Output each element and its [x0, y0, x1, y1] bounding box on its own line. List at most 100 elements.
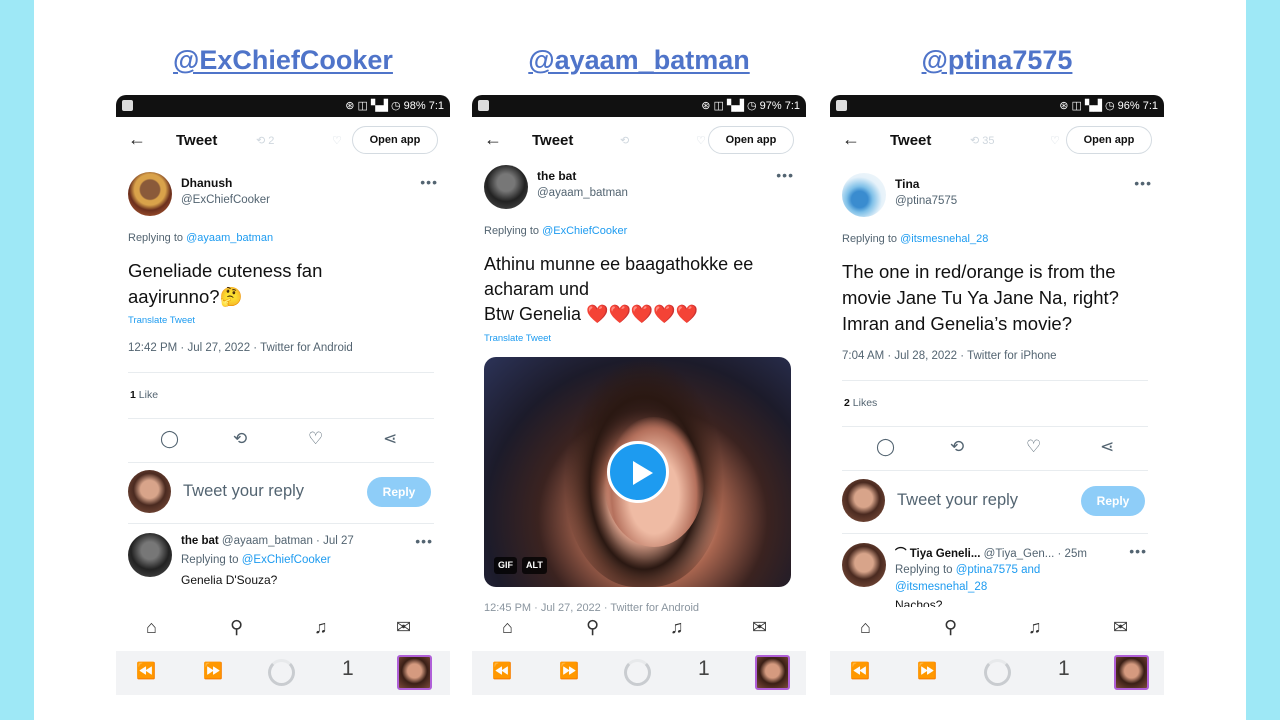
open-app-button[interactable]: Open app: [352, 126, 438, 154]
divider: [842, 380, 1148, 381]
tweet-actions: ◯ ⟲ ♡ ⋖: [830, 437, 1164, 461]
reply-button[interactable]: Reply: [367, 477, 431, 507]
status-bar: ⊛ ◫ ▚▟ ◷ 98% 7:1: [116, 95, 450, 117]
likes-count[interactable]: 1 Like: [130, 389, 158, 401]
gallery-icon: [836, 100, 847, 111]
avatar: [128, 470, 171, 513]
likes-number: 1: [130, 389, 136, 401]
gif-media[interactable]: GIF ALT: [484, 357, 791, 587]
replying-prefix: Replying to: [895, 564, 956, 576]
tweet-author[interactable]: Tina @ptina7575 •••: [842, 173, 1152, 219]
replying-to-link[interactable]: @ExChiefCooker: [542, 225, 627, 237]
back-arrow-icon[interactable]: ←: [484, 129, 502, 150]
notifications-icon[interactable]: ♫: [1028, 617, 1042, 638]
comment-replying-to-2: @itsmesnehal_28: [895, 581, 987, 593]
retweet-icon[interactable]: ⟲: [233, 429, 247, 449]
more-options-icon[interactable]: •••: [415, 533, 433, 549]
open-app-button[interactable]: Open app: [708, 126, 794, 154]
notifications-icon[interactable]: ♫: [314, 617, 328, 638]
column-handle-title: @ExChiefCooker: [173, 45, 393, 75]
rewind-icon[interactable]: ⏪: [850, 661, 870, 681]
reply-button[interactable]: Reply: [1081, 486, 1145, 516]
reply-composer: Tweet your reply Reply: [842, 479, 1147, 525]
home-icon[interactable]: ⌂: [146, 617, 157, 638]
tab-count[interactable]: 1: [342, 657, 354, 681]
likes-count[interactable]: 2 Likes: [844, 397, 877, 409]
notifications-icon[interactable]: ♫: [670, 617, 684, 638]
avatar: [842, 479, 885, 522]
browser-bar: ⏪ ⏩ 1: [116, 651, 450, 695]
rewind-icon[interactable]: ⏪: [136, 661, 156, 681]
avatar[interactable]: [128, 172, 172, 216]
gallery-icon: [122, 100, 133, 111]
comment-replying-to: Replying to @ExChiefCooker: [181, 554, 331, 566]
tweet-author[interactable]: Dhanush @ExChiefCooker •••: [128, 172, 438, 218]
forward-icon[interactable]: ⏩: [917, 661, 937, 681]
forward-icon[interactable]: ⏩: [559, 661, 579, 681]
tweet-text-line: Btw Genelia ❤️❤️❤️❤️❤️: [484, 304, 699, 324]
search-icon[interactable]: ⚲: [586, 617, 599, 638]
more-options-icon[interactable]: •••: [776, 167, 794, 183]
header-title: Tweet: [176, 132, 218, 149]
tab-count[interactable]: 1: [698, 657, 710, 681]
like-icon[interactable]: ♡: [1026, 437, 1041, 457]
back-arrow-icon[interactable]: ←: [842, 129, 860, 150]
column-ayaam-batman: @ayaam_batman ⊛ ◫ ▚▟ ◷ 97% 7:1 ← Tweet ⟲…: [472, 0, 806, 720]
heart-ghost-icon: ♡: [1050, 135, 1060, 147]
translate-tweet-link[interactable]: Translate Tweet: [484, 333, 551, 344]
heart-ghost-icon: ♡: [332, 135, 342, 147]
author-username: @ayaam_batman: [537, 187, 628, 199]
retweet-ghost-icon: ⟲ 35: [970, 135, 995, 147]
comment-author-name: ⌒ Tiya Geneli...: [895, 548, 981, 560]
reply-input[interactable]: Tweet your reply: [183, 482, 304, 501]
messages-icon[interactable]: ✉: [396, 617, 411, 638]
messages-icon[interactable]: ✉: [752, 617, 767, 638]
avatar[interactable]: [128, 533, 172, 577]
back-arrow-icon[interactable]: ←: [128, 129, 146, 150]
bottom-nav: ⌂ ⚲ ♫ ✉: [830, 615, 1164, 645]
divider: [128, 372, 434, 373]
alt-badge[interactable]: ALT: [522, 557, 547, 574]
search-icon[interactable]: ⚲: [230, 617, 243, 638]
tab-thumbnail[interactable]: [397, 655, 432, 690]
search-icon[interactable]: ⚲: [944, 617, 957, 638]
author-username: @ptina7575: [895, 195, 958, 207]
divider: [128, 418, 434, 419]
tab-count[interactable]: 1: [1058, 657, 1070, 681]
more-options-icon[interactable]: •••: [1129, 543, 1147, 559]
play-icon[interactable]: [607, 441, 669, 503]
home-icon[interactable]: ⌂: [502, 617, 513, 638]
tweet-text-line: Athinu munne ee baagathokke ee acharam u…: [484, 254, 754, 299]
messages-icon[interactable]: ✉: [1113, 617, 1128, 638]
comment-icon[interactable]: ◯: [160, 429, 179, 449]
open-app-button[interactable]: Open app: [1066, 126, 1152, 154]
phone-screenshot: ⊛ ◫ ▚▟ ◷ 96% 7:1 ← Tweet ⟲ 35 ♡ Open app…: [830, 95, 1164, 715]
more-options-icon[interactable]: •••: [420, 174, 438, 190]
tab-thumbnail[interactable]: [1114, 655, 1149, 690]
rewind-icon[interactable]: ⏪: [492, 661, 512, 681]
forward-icon[interactable]: ⏩: [203, 661, 223, 681]
translate-tweet-link[interactable]: Translate Tweet: [128, 315, 195, 326]
share-icon[interactable]: ⋖: [383, 429, 397, 449]
tweet-author[interactable]: the bat @ayaam_batman •••: [484, 165, 794, 211]
like-icon[interactable]: ♡: [308, 429, 323, 449]
avatar[interactable]: [484, 165, 528, 209]
share-icon[interactable]: ⋖: [1100, 437, 1114, 457]
replying-to-link[interactable]: @itsmesnehal_28: [900, 233, 988, 245]
comment-author: the bat @ayaam_batman · Jul 27: [181, 535, 354, 547]
retweet-icon[interactable]: ⟲: [950, 437, 964, 457]
loading-spinner-icon: [984, 659, 1011, 686]
reply-input[interactable]: Tweet your reply: [897, 491, 1018, 510]
avatar[interactable]: [842, 173, 886, 217]
replying-to-link[interactable]: @ayaam_batman: [186, 232, 273, 244]
avatar[interactable]: [842, 543, 886, 587]
tweet-timestamp: 12:42 PM · Jul 27, 2022 · Twitter for An…: [128, 342, 353, 354]
home-icon[interactable]: ⌂: [860, 617, 871, 638]
replying-to-link[interactable]: @ExChiefCooker: [242, 554, 331, 566]
comment-icon[interactable]: ◯: [876, 437, 895, 457]
replying-to-link[interactable]: @itsmesnehal_28: [895, 581, 987, 593]
tab-thumbnail[interactable]: [755, 655, 790, 690]
more-options-icon[interactable]: •••: [1134, 175, 1152, 191]
comment-body: Nachos?: [895, 598, 943, 607]
replying-to-link[interactable]: @ptina7575 and: [956, 564, 1041, 576]
